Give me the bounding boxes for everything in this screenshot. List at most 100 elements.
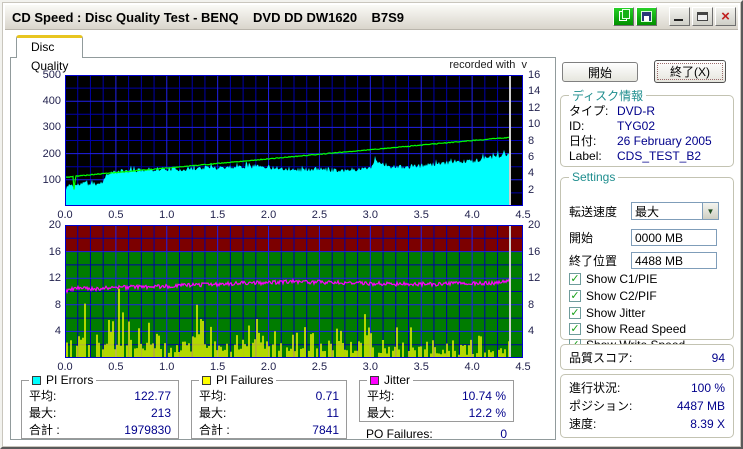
window-title: CD Speed : Disc Quality Test - BENQ DVD … — [12, 9, 405, 25]
start-position-label: 開始 — [569, 231, 594, 245]
stat-row: 合計 :1979830 — [29, 423, 171, 437]
y-left-tick-label: 12 — [48, 272, 61, 285]
check-icon[interactable]: ✓ — [569, 290, 581, 302]
y-right-tick-label: 16 — [528, 69, 541, 81]
y-right-tick-label: 4 — [528, 167, 535, 180]
start-position-field[interactable] — [631, 229, 717, 246]
start-position-row: 開始 — [569, 229, 725, 246]
check-icon[interactable]: ✓ — [569, 323, 581, 335]
y-left-tick-label: 8 — [54, 298, 61, 311]
y-right-tick-label: 16 — [528, 245, 541, 258]
x-tick-label: 2.0 — [260, 209, 277, 221]
quality-score-row: 品質スコア: 94 — [569, 349, 725, 367]
stat-row: 平均: 122.77 — [29, 389, 171, 403]
settings-title: Settings — [572, 170, 616, 184]
check-icon[interactable]: ✓ — [569, 273, 581, 285]
save-button[interactable] — [636, 7, 657, 26]
tab-disc-quality[interactable]: Disc Quality — [16, 35, 84, 73]
po-failures-label: PO Failures: — [366, 427, 433, 441]
x-tick-label: 1.5 — [210, 361, 226, 373]
y-right-tick-label: 8 — [528, 298, 535, 311]
x-tick-label: 0.5 — [108, 361, 124, 373]
pi-errors-title: PI Errors — [46, 373, 94, 387]
pi-errors-swatch — [32, 375, 41, 385]
x-tick-label: 4.0 — [464, 209, 480, 221]
x-tick-label: 0.0 — [57, 361, 73, 373]
end-position-field[interactable] — [631, 252, 717, 269]
x-tick-label: 2.5 — [311, 361, 328, 373]
check-icon[interactable]: ✓ — [569, 307, 581, 319]
pi-errors-stats-box: PI Errors 平均: 122.77 最大: 213 合計 :1979830 — [21, 373, 179, 439]
speed-select[interactable]: 最大 ▼ — [631, 202, 719, 220]
recorded-with-note: recorded with v — [449, 59, 527, 71]
y-right-tick-label: 12 — [528, 272, 541, 285]
progress-group: 進行状況: 100 % ポジション: 4487 MB 速度: 8.39 X — [560, 374, 734, 438]
x-tick-label: 2.0 — [260, 361, 277, 373]
pi-failures-swatch — [202, 375, 211, 385]
y-left-tick-label: 300 — [42, 121, 61, 134]
y-right-tick-label: 10 — [528, 118, 541, 131]
chevron-down-icon[interactable]: ▼ — [702, 203, 718, 219]
jitter-title: Jitter — [384, 373, 411, 387]
titlebar-buttons: × — [611, 7, 736, 26]
minimize-icon — [674, 19, 683, 21]
exit-button[interactable]: 終了(X) — [654, 60, 726, 83]
jitter-stats-box: Jitter 平均: 10.74 % 最大: 12.2 % — [359, 373, 514, 422]
pi-failures-chart-svg — [65, 225, 523, 358]
stat-row: 合計 :7841 — [199, 423, 339, 437]
po-failures-row: PO Failures: 0 — [366, 427, 507, 441]
close-button[interactable]: × — [715, 7, 736, 26]
maximize-icon — [697, 12, 708, 21]
checkbox-show-jitter[interactable]: ✓ Show Jitter — [569, 306, 645, 320]
speed-value: 最大 — [635, 204, 660, 219]
checkbox-show-c2-pif[interactable]: ✓ Show C2/PIF — [569, 289, 657, 303]
y-right-tick-label: 2 — [528, 183, 535, 196]
y-right-tick-label: 8 — [528, 134, 535, 147]
y-right-tick-label: 6 — [528, 150, 535, 163]
y-left-tick-label: 16 — [48, 245, 61, 258]
checkbox-show-c1-pie[interactable]: ✓ Show C1/PIE — [569, 272, 657, 286]
app-window: CD Speed : Disc Quality Test - BENQ DVD … — [0, 0, 743, 449]
stat-row: 最大: 11 — [199, 406, 339, 420]
position-row: ポジション: 4487 MB — [569, 399, 725, 413]
quality-score-group: 品質スコア: 94 — [560, 344, 734, 370]
tab-label: Disc Quality — [31, 40, 69, 73]
x-tick-label: 1.0 — [159, 209, 175, 221]
end-position-label: 終了位置 — [569, 254, 618, 268]
y-left-tick-label: 4 — [54, 325, 61, 338]
checkbox-show-read-speed[interactable]: ✓ Show Read Speed — [569, 322, 686, 336]
disc-quality-panel: recorded with v PI Errors 平均: 122.77 最大: 2… — [10, 57, 556, 441]
copy-button[interactable] — [613, 7, 634, 26]
disc-info-group: ディスク情報 タイプ: DVD-R ID: TYG02 日付: 26 February… — [560, 87, 734, 167]
speed-label: 転送速度 — [569, 204, 618, 219]
x-tick-label: 1.0 — [159, 361, 175, 373]
x-tick-label: 4.5 — [515, 361, 531, 373]
start-button[interactable]: 開始 — [562, 62, 638, 82]
disc-info-title: ディスク情報 — [572, 89, 644, 103]
stat-row: 平均: 10.74 % — [367, 389, 506, 403]
minimize-button[interactable] — [669, 7, 690, 26]
x-tick-label: 1.5 — [210, 209, 226, 221]
maximize-button[interactable] — [692, 7, 713, 26]
po-failures-value: 0 — [500, 427, 507, 441]
x-tick-label: 3.5 — [413, 361, 429, 373]
y-left-tick-label: 400 — [42, 95, 61, 108]
speed-row: 転送速度 最大 ▼ — [569, 202, 725, 220]
pi-errors-chart-svg — [65, 75, 523, 206]
pi-failures-stats-box: PI Failures 平均: 0.71 最大: 11 合計 :7841 — [191, 373, 347, 439]
stat-row: 最大: 213 — [29, 406, 171, 420]
stat-row: 最大: 12.2 % — [367, 406, 506, 420]
y-right-tick-label: 20 — [528, 219, 541, 231]
end-position-row: 終了位置 — [569, 252, 725, 269]
titlebar[interactable]: CD Speed : Disc Quality Test - BENQ DVD … — [5, 5, 738, 30]
speed-row-status: 速度: 8.39 X — [569, 417, 725, 431]
x-tick-label: 0.5 — [108, 209, 124, 221]
x-tick-label: 2.5 — [311, 209, 328, 221]
y-left-tick-label: 100 — [42, 173, 61, 186]
x-tick-label: 3.5 — [413, 209, 429, 221]
stat-row: 平均: 0.71 — [199, 389, 339, 403]
close-icon: × — [721, 7, 730, 25]
disc-id-row: ID: TYG02 — [569, 119, 656, 133]
x-tick-label: 3.0 — [362, 361, 378, 373]
save-icon — [641, 11, 652, 22]
